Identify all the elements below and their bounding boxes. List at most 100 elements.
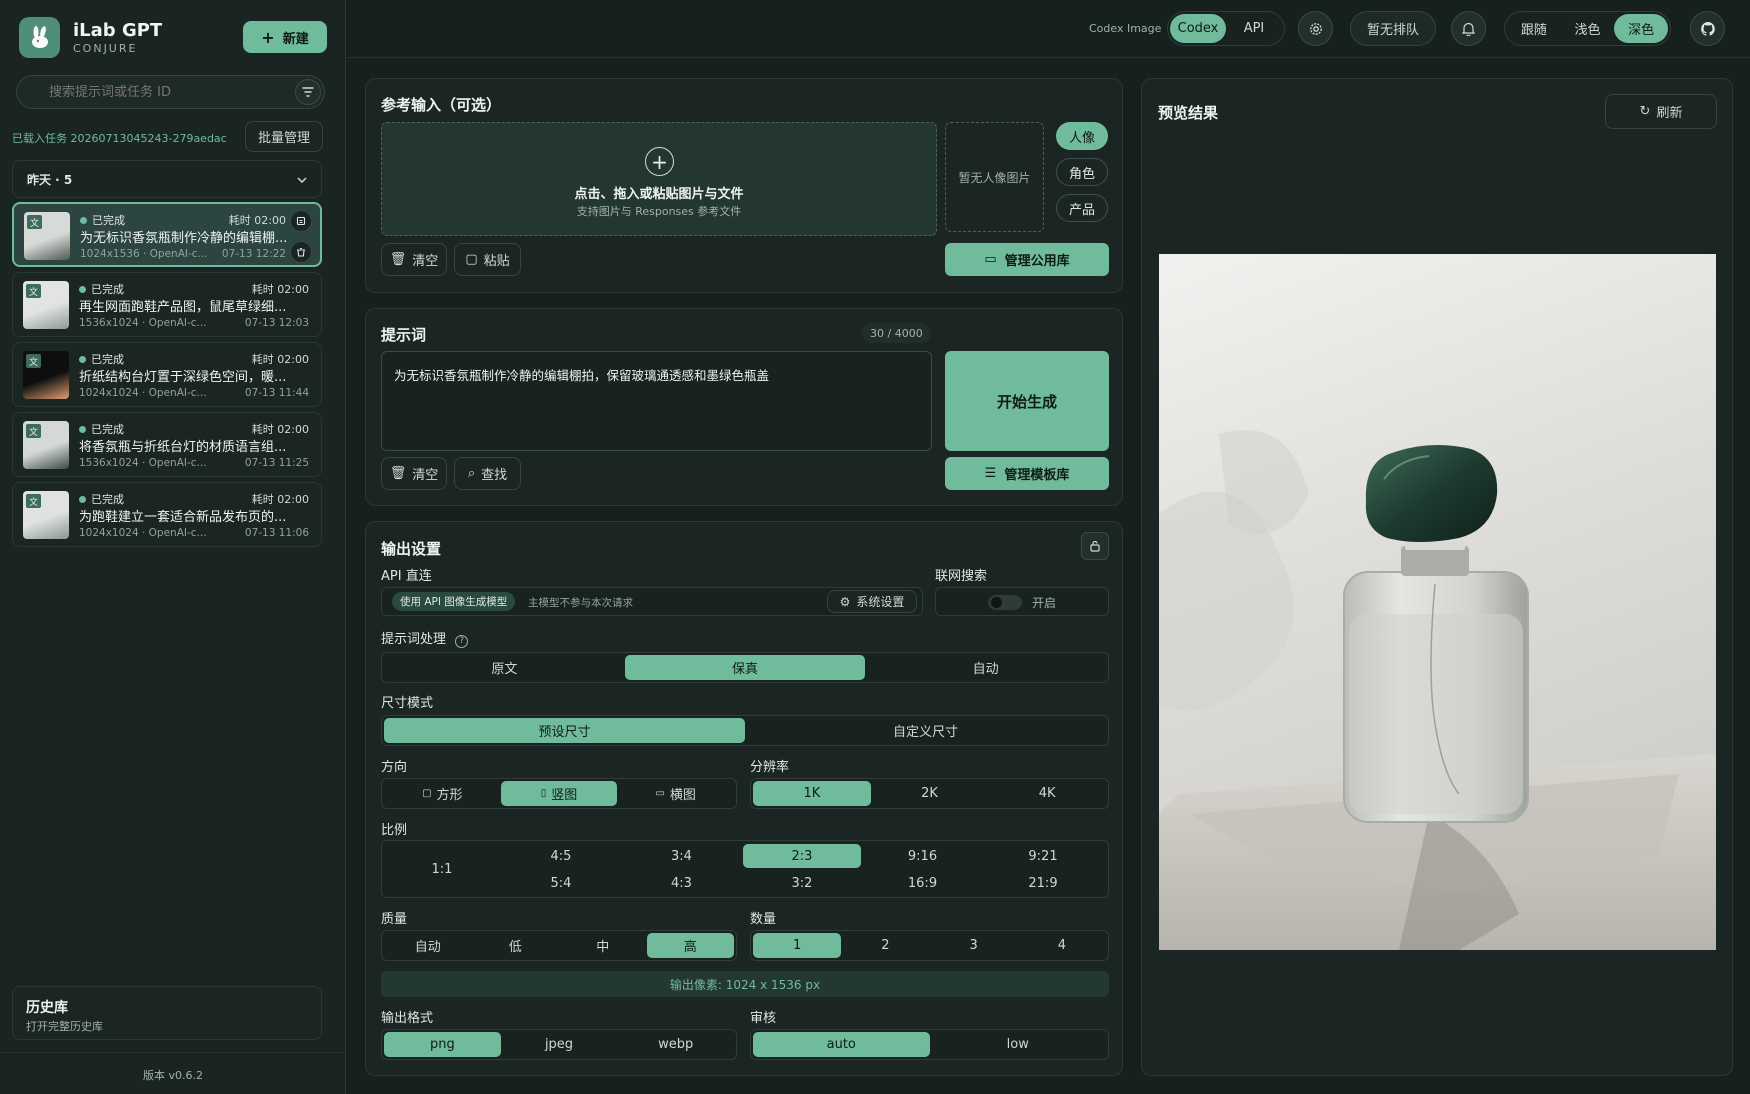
ratio-option[interactable]: 3:2 [743, 871, 861, 895]
lock-icon[interactable] [1081, 532, 1109, 560]
proc-auto[interactable]: 自动 [865, 655, 1106, 680]
portrait-icon: ▯ [540, 788, 547, 799]
group-header[interactable]: 昨天 · 5 [12, 160, 322, 198]
preview-image[interactable] [1159, 254, 1716, 950]
dir-portrait[interactable]: ▯ 竖图 [500, 781, 618, 806]
refresh-button[interactable]: ↻ 刷新 [1605, 94, 1717, 129]
manage-template-button[interactable]: ☰ 管理模板库 [945, 457, 1109, 490]
bell-icon[interactable] [1451, 11, 1486, 46]
ratio-1-1[interactable]: 1:1 [384, 843, 500, 895]
github-icon[interactable] [1690, 11, 1725, 46]
proc-original[interactable]: 原文 [384, 655, 625, 680]
ratio-option[interactable]: 9:16 [864, 844, 982, 868]
api-mode[interactable]: API [1226, 14, 1282, 43]
history-card[interactable]: 历史库 打开完整历史库 [12, 986, 322, 1040]
manage-library-button[interactable]: ▭ 管理公用库 [945, 243, 1109, 276]
resolution-seg: 1K 2K 4K [750, 778, 1109, 809]
format-png[interactable]: png [384, 1032, 501, 1057]
filter-icon[interactable] [295, 79, 321, 105]
quality-medium[interactable]: 中 [559, 933, 647, 958]
format-jpeg[interactable]: jpeg [501, 1032, 618, 1057]
text-badge: 文 [26, 424, 41, 438]
task-title: 再生网面跑鞋产品图，鼠尾草绿细... [79, 300, 287, 315]
gear-icon[interactable] [1298, 11, 1333, 46]
loaded-task-text: 已载入任务 20260713045243-279aedac [12, 132, 227, 145]
portrait-zone[interactable]: 暂无人像图片 [945, 122, 1044, 232]
size-mode-seg: 预设尺寸 自定义尺寸 [381, 715, 1109, 746]
theme-light[interactable]: 浅色 [1561, 14, 1615, 43]
dir-square[interactable]: ▢ 方形 [384, 781, 501, 806]
trash-icon: 🗑 [389, 466, 407, 481]
search-input[interactable] [49, 76, 279, 108]
theme-dark[interactable]: 深色 [1614, 14, 1669, 43]
theme-follow[interactable]: 跟随 [1507, 14, 1561, 43]
res-1k[interactable]: 1K [753, 781, 871, 806]
codex-mode[interactable]: Codex [1170, 14, 1226, 43]
new-button[interactable]: + 新建 [243, 21, 327, 53]
task-meta: 1024x1024 · OpenAI-c... [79, 527, 207, 539]
ratio-option[interactable]: 5:4 [502, 871, 620, 895]
web-search-toggle[interactable] [988, 595, 1022, 610]
chip-character[interactable]: 角色 [1056, 158, 1108, 186]
ratio-option[interactable]: 4:3 [623, 871, 741, 895]
quality-high[interactable]: 高 [646, 933, 734, 958]
task-card[interactable]: 文 已完成 耗时 02:00 折纸结构台灯置于深绿色空间，暖... 1024x1024 … [12, 342, 322, 407]
count-1[interactable]: 1 [753, 933, 842, 958]
clear-reference-button[interactable]: 🗑 清空 [381, 243, 447, 276]
ratio-option[interactable]: 3:4 [623, 844, 741, 868]
count-3[interactable]: 3 [930, 933, 1018, 958]
count-seg: 1 2 3 4 [750, 930, 1109, 961]
size-preset[interactable]: 预设尺寸 [384, 718, 745, 743]
status-dot-icon [79, 495, 86, 503]
proc-faithful[interactable]: 保真 [624, 655, 866, 680]
prompt-textarea[interactable]: 为无标识香氛瓶制作冷静的编辑棚拍，保留玻璃通透感和墨绿色瓶盖 [381, 351, 932, 451]
dir-landscape[interactable]: ▭ 横图 [617, 781, 734, 806]
prompt-title: 提示词 [381, 326, 427, 344]
system-settings-button[interactable]: ⚙ 系统设置 [827, 590, 917, 613]
add-icon: + [645, 147, 674, 176]
quality-auto[interactable]: 自动 [384, 933, 472, 958]
refresh-icon: ↻ [1639, 104, 1651, 119]
ratio-option[interactable]: 4:5 [502, 844, 620, 868]
review-auto[interactable]: auto [753, 1032, 930, 1057]
api-direct-label: API 直连 [381, 569, 432, 584]
mode-switch: Codex API [1167, 11, 1285, 46]
ratio-option[interactable]: 2:3 [743, 844, 861, 868]
task-card[interactable]: 文 已完成 耗时 02:00 为跑鞋建立一套适合新品发布页的... 1024x1024 … [12, 482, 322, 547]
paste-button[interactable]: ▢ 粘贴 [454, 243, 521, 276]
quality-low[interactable]: 低 [472, 933, 560, 958]
chip-product[interactable]: 产品 [1056, 194, 1108, 222]
task-duration: 耗时 02:00 [251, 283, 309, 296]
task-card[interactable]: 文 已完成 耗时 02:00 为无标识香氛瓶制作冷静的编辑棚... 1024x1536 … [12, 202, 322, 267]
res-4k[interactable]: 4K [988, 781, 1106, 806]
find-button[interactable]: ⌕ 查找 [454, 457, 521, 490]
web-search-row[interactable]: 开启 [935, 587, 1109, 616]
drop-zone[interactable]: + 点击、拖入或粘贴图片与文件 支持图片与 Responses 参考文件 [381, 122, 937, 236]
clear-prompt-button[interactable]: 🗑 清空 [381, 457, 447, 490]
format-webp[interactable]: webp [617, 1032, 734, 1057]
trash-icon[interactable] [290, 241, 312, 263]
task-duration: 耗时 02:00 [228, 214, 286, 227]
count-4[interactable]: 4 [1018, 933, 1106, 958]
ratio-option[interactable]: 21:9 [984, 871, 1102, 895]
theme-switch: 跟随 浅色 深色 [1504, 11, 1671, 46]
review-label: 审核 [750, 1011, 777, 1026]
size-custom[interactable]: 自定义尺寸 [745, 718, 1106, 743]
copy-icon[interactable] [290, 210, 312, 232]
res-2k[interactable]: 2K [871, 781, 989, 806]
app-subtitle: CONJURE [73, 42, 138, 55]
task-thumbnail: 文 [23, 421, 69, 469]
version-text: 版本 v0.6.2 [143, 1069, 203, 1082]
queue-button[interactable]: 暂无排队 [1350, 11, 1436, 46]
task-card[interactable]: 文 已完成 耗时 02:00 将香氛瓶与折纸台灯的材质语言组... 1536x1024 … [12, 412, 322, 477]
review-low[interactable]: low [930, 1032, 1107, 1057]
batch-manage-button[interactable]: 批量管理 [245, 121, 323, 152]
mode-label: Codex Image [1089, 22, 1162, 35]
chip-portrait[interactable]: 人像 [1056, 122, 1108, 150]
count-2[interactable]: 2 [841, 933, 929, 958]
ratio-option[interactable]: 16:9 [864, 871, 982, 895]
help-icon[interactable]: ? [455, 634, 469, 648]
generate-button[interactable]: 开始生成 [945, 351, 1109, 451]
ratio-option[interactable]: 9:21 [984, 844, 1102, 868]
task-card[interactable]: 文 已完成 耗时 02:00 再生网面跑鞋产品图，鼠尾草绿细... 1536x1024 … [12, 272, 322, 337]
